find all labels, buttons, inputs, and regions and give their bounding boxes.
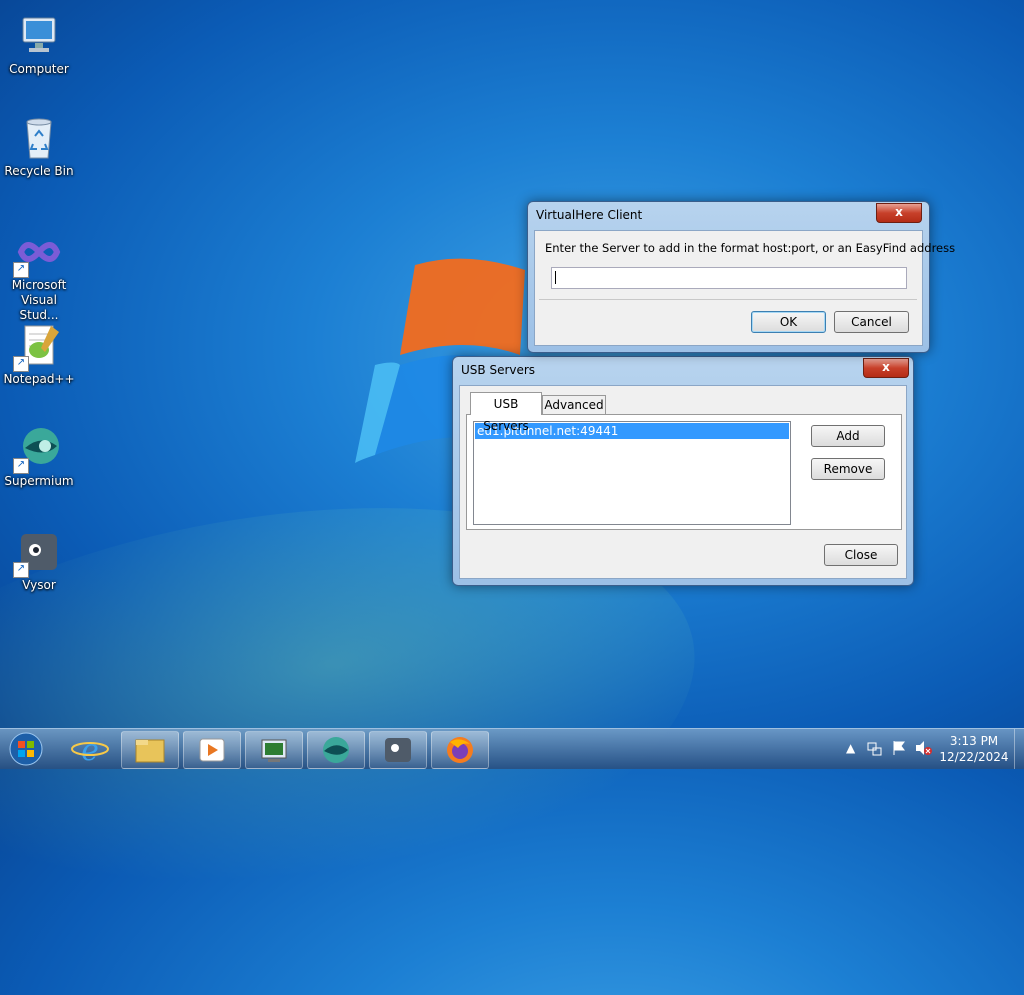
add-button[interactable]: Add — [811, 425, 885, 447]
taskbar-file-explorer[interactable] — [121, 731, 179, 769]
taskbar-media-player[interactable] — [183, 731, 241, 769]
action-center-flag-icon[interactable] — [891, 739, 907, 760]
taskbar-firefox[interactable] — [431, 731, 489, 769]
shortcut-arrow-icon: ↗ — [13, 458, 29, 474]
clock-time: 3:13 PM — [949, 734, 999, 748]
firefox-icon — [447, 737, 473, 763]
virtualhere-icon — [261, 739, 287, 762]
taskbar-supermium[interactable] — [307, 731, 365, 769]
tab-panel: eu1.pitunnel.net:49441 Add Remove — [466, 414, 902, 530]
clock[interactable]: 3:13 PM 12/22/2024 — [938, 733, 1010, 765]
desktop-icon-label: Notepad++ — [3, 372, 75, 386]
desktop-icon-supermium[interactable]: ↗ Supermium — [0, 418, 78, 489]
text-cursor — [555, 271, 556, 284]
shortcut-arrow-icon: ↗ — [13, 562, 29, 578]
show-desktop-button[interactable] — [1014, 729, 1024, 769]
desktop-icon-label: Supermium — [4, 474, 74, 488]
vysor-icon — [385, 738, 411, 762]
vysor-icon: ↗ — [13, 528, 63, 578]
dialog-prompt: Enter the Server to add in the format ho… — [545, 241, 956, 255]
network-icon[interactable] — [866, 739, 882, 760]
close-window-button[interactable]: x — [863, 358, 909, 378]
notepadpp-icon: ↗ — [13, 322, 63, 372]
supermium-icon — [323, 737, 349, 763]
start-orb-icon — [9, 732, 43, 766]
dialog-client-area: Enter the Server to add in the format ho… — [534, 230, 956, 346]
taskbar-virtualhere[interactable] — [245, 731, 303, 769]
shortcut-arrow-icon: ↗ — [13, 356, 29, 372]
tab-advanced[interactable]: Advanced — [542, 395, 606, 415]
taskbar: e ▲ 3:13 PM 12/22/2024 — [0, 728, 1024, 769]
ok-button[interactable]: OK — [751, 311, 826, 333]
visual-studio-icon: ↗ — [13, 228, 63, 278]
usb-servers-window: USB Servers x USB Servers Advanced eu1.p… — [452, 356, 914, 586]
dialog-title: VirtualHere Client — [536, 208, 643, 222]
desktop-icon-visual-studio[interactable]: ↗ Microsoft Visual Stud... — [0, 222, 78, 323]
window-client-area: USB Servers Advanced eu1.pitunnel.net:49… — [459, 385, 907, 579]
close-dialog-button[interactable]: x — [876, 203, 922, 223]
taskbar-vysor[interactable] — [369, 731, 427, 769]
add-server-dialog: VirtualHere Client x Enter the Server to… — [527, 201, 956, 353]
server-address-input[interactable] — [551, 267, 907, 289]
desktop-icon-label: Vysor — [22, 578, 56, 592]
desktop-icon-label: Computer — [9, 62, 69, 76]
window-title: USB Servers — [461, 363, 536, 377]
computer-icon — [15, 12, 63, 60]
start-button[interactable] — [6, 731, 46, 767]
file-explorer-icon — [135, 739, 165, 763]
desktop-icon-notepadpp[interactable]: ↗ Notepad++ — [0, 316, 78, 387]
internet-explorer-icon: e — [71, 733, 109, 768]
supermium-icon: ↗ — [13, 424, 63, 474]
desktop-icon-vysor[interactable]: ↗ Vysor — [0, 522, 78, 593]
desktop-icon-recycle-bin[interactable]: Recycle Bin — [0, 108, 78, 179]
dialog-divider — [539, 299, 917, 300]
show-hidden-icons-button[interactable]: ▲ — [846, 741, 855, 755]
desktop-icon-computer[interactable]: Computer — [0, 6, 78, 77]
close-button[interactable]: Close — [824, 544, 898, 566]
desktop-icon-label: Microsoft — [11, 278, 67, 292]
clock-date: 12/22/2024 — [939, 750, 1009, 764]
svg-text:e: e — [81, 733, 99, 767]
media-player-icon — [199, 738, 225, 762]
desktop-icon-label: Recycle Bin — [4, 164, 74, 178]
taskbar-ie[interactable]: e — [66, 731, 114, 768]
volume-muted-icon[interactable] — [914, 739, 932, 760]
remove-button[interactable]: Remove — [811, 458, 885, 480]
recycle-bin-icon — [15, 114, 63, 162]
shortcut-arrow-icon: ↗ — [13, 262, 29, 278]
cancel-button[interactable]: Cancel — [834, 311, 909, 333]
tab-usb-servers[interactable]: USB Servers — [470, 392, 542, 433]
